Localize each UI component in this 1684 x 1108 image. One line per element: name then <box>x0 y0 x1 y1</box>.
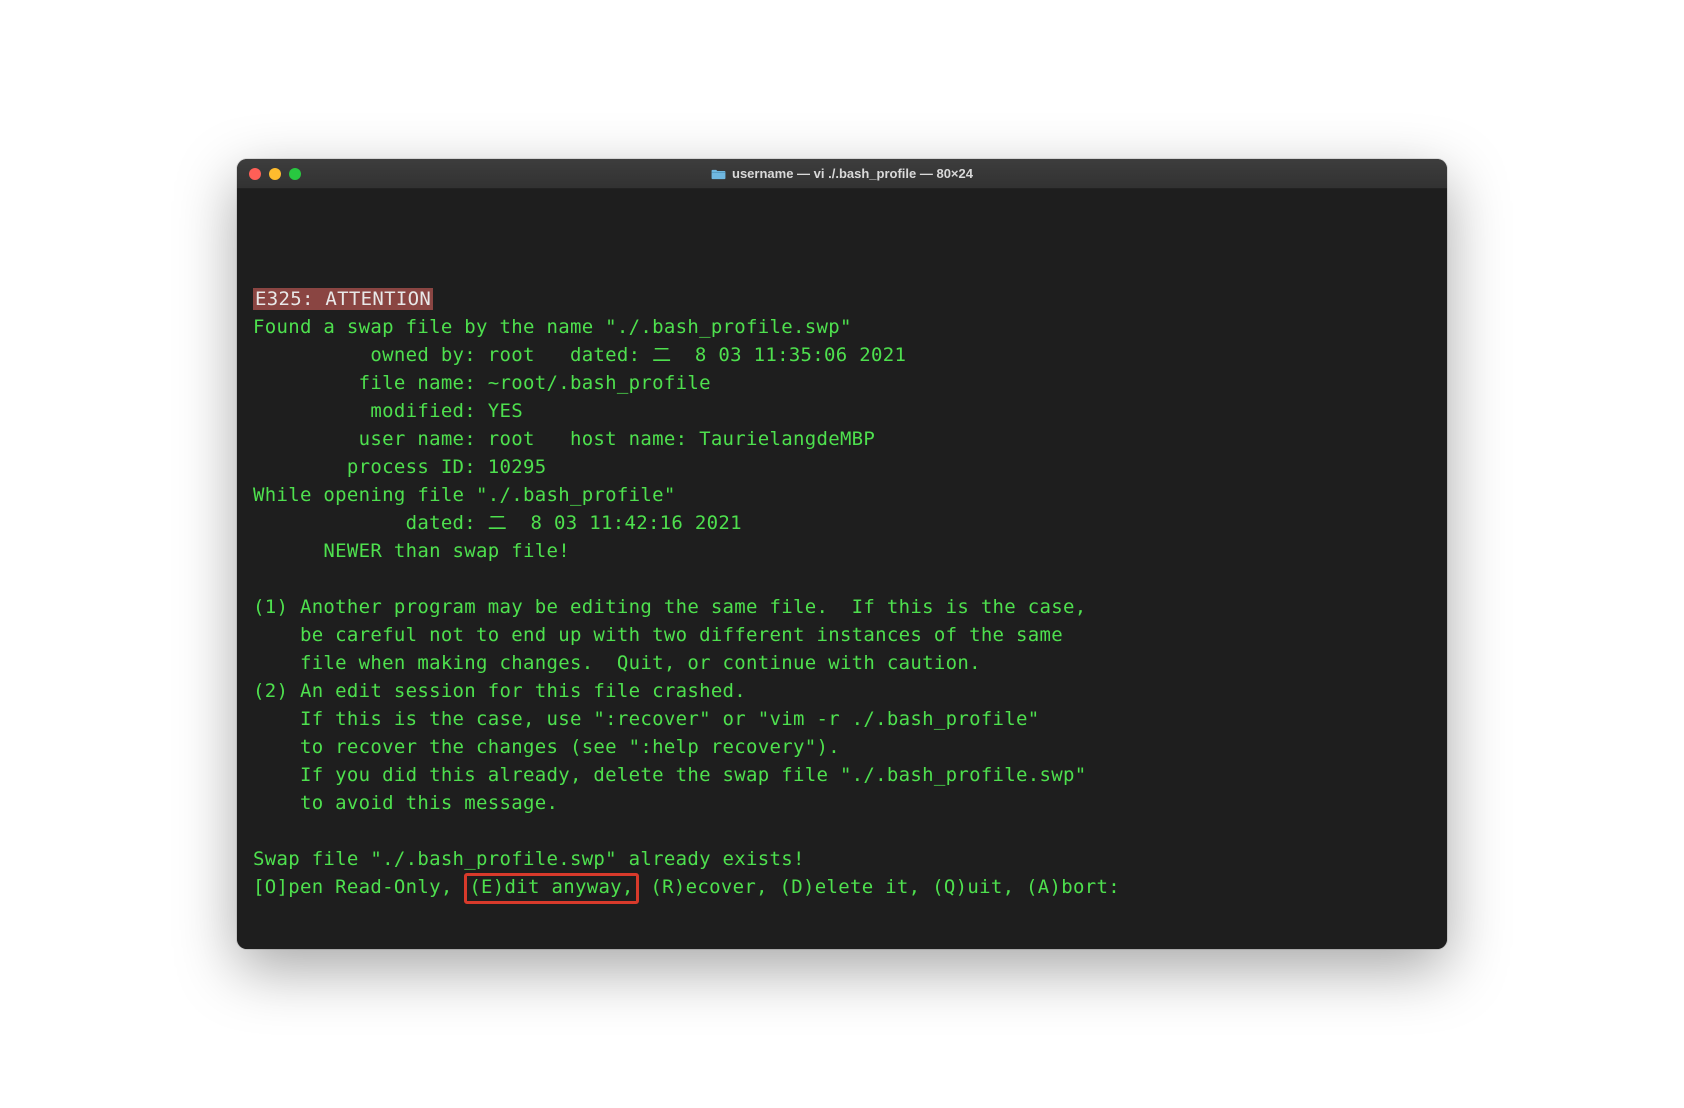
terminal-line: process ID: 10295 <box>253 453 1431 481</box>
vim-attention-banner: E325: ATTENTION <box>253 288 433 310</box>
terminal-output: E325: ATTENTION Found a swap file by the … <box>253 201 1431 904</box>
terminal-line: dated: 二 8 03 11:42:16 2021 <box>253 509 1431 537</box>
prompt-segment-edit-anyway[interactable]: (E)dit anyway, <box>464 873 638 904</box>
terminal-line: file when making changes. Quit, or conti… <box>253 649 1431 677</box>
folder-icon <box>711 168 726 180</box>
terminal-line: (1) Another program may be editing the s… <box>253 593 1431 621</box>
vim-swap-prompt[interactable]: [O]pen Read-Only, (E)dit anyway, (R)ecov… <box>253 873 1431 904</box>
terminal-line: to avoid this message. <box>253 789 1431 817</box>
prompt-segment-open-readonly[interactable]: [O]pen Read-Only, <box>253 876 464 898</box>
terminal-line: owned by: root dated: 二 8 03 11:35:06 20… <box>253 341 1431 369</box>
terminal-line: If you did this already, delete the swap… <box>253 761 1431 789</box>
terminal-body[interactable]: E325: ATTENTION Found a swap file by the … <box>237 189 1447 949</box>
terminal-line: Found a swap file by the name "./.bash_p… <box>253 313 1431 341</box>
terminal-line: E325: ATTENTION <box>253 285 1431 313</box>
terminal-line: Swap file "./.bash_profile.swp" already … <box>253 845 1431 873</box>
terminal-blank-line <box>253 201 1431 229</box>
terminal-line: user name: root host name: TaurielangdeM… <box>253 425 1431 453</box>
terminal-line: While opening file "./.bash_profile" <box>253 481 1431 509</box>
window-titlebar: username — vi ./.bash_profile — 80×24 <box>237 159 1447 189</box>
window-title-wrap: username — vi ./.bash_profile — 80×24 <box>237 166 1447 181</box>
traffic-lights <box>249 168 301 180</box>
terminal-line: If this is the case, use ":recover" or "… <box>253 705 1431 733</box>
terminal-blank-line <box>253 257 1431 285</box>
terminal-line <box>253 565 1431 593</box>
terminal-line <box>253 817 1431 845</box>
terminal-line: to recover the changes (see ":help recov… <box>253 733 1431 761</box>
terminal-line: be careful not to end up with two differ… <box>253 621 1431 649</box>
terminal-line: modified: YES <box>253 397 1431 425</box>
terminal-window: username — vi ./.bash_profile — 80×24 E3… <box>237 159 1447 949</box>
prompt-segment-rest[interactable]: (R)ecover, (D)elete it, (Q)uit, (A)bort: <box>639 876 1120 898</box>
terminal-line: (2) An edit session for this file crashe… <box>253 677 1431 705</box>
terminal-line: file name: ~root/.bash_profile <box>253 369 1431 397</box>
terminal-blank-line <box>253 229 1431 257</box>
window-title: username — vi ./.bash_profile — 80×24 <box>732 166 973 181</box>
minimize-window-button[interactable] <box>269 168 281 180</box>
maximize-window-button[interactable] <box>289 168 301 180</box>
close-window-button[interactable] <box>249 168 261 180</box>
terminal-line: NEWER than swap file! <box>253 537 1431 565</box>
